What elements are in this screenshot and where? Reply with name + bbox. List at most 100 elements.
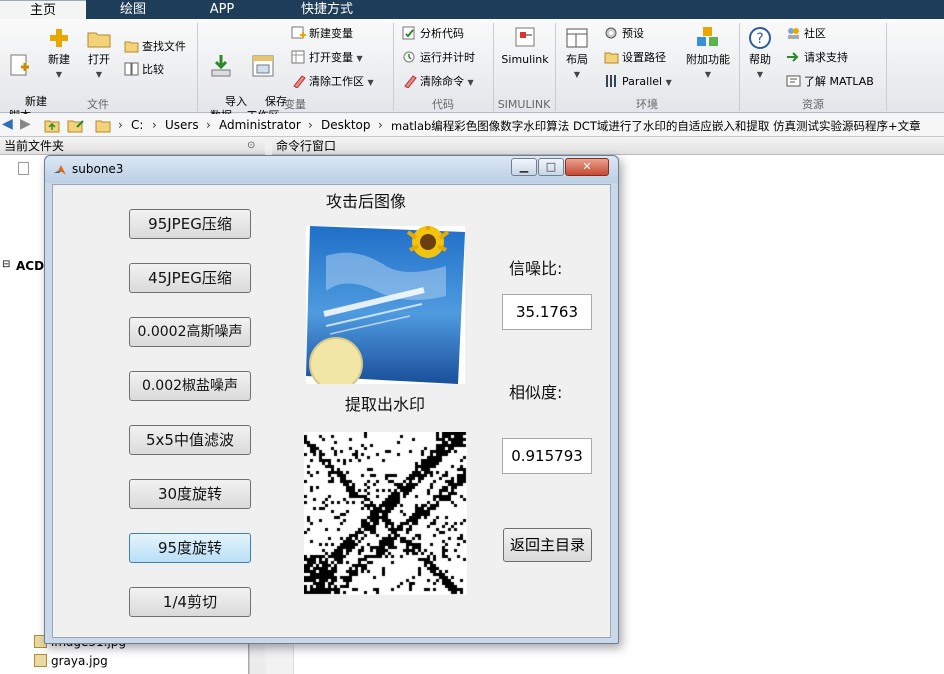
jpeg45-button[interactable]: 45JPEG压缩	[129, 263, 251, 293]
clear-workspace-icon	[293, 75, 306, 88]
analyze-code-button[interactable]: 分析代码	[402, 25, 464, 43]
learn-matlab-label: 了解 MATLAB	[804, 75, 874, 88]
browse-folder-icon[interactable]	[67, 118, 85, 133]
ribbon-tab-bar: 主页 绘图 APP 快捷方式	[0, 0, 944, 19]
close-button[interactable]: ✕	[565, 158, 609, 176]
save-workspace-icon	[252, 55, 274, 77]
ribbon-toolstrip: 新建 脚本 新建▼ 打开▼ 查找文件 比较 文件 导入 数据 保存 工作区 新建…	[0, 19, 944, 122]
figure-title-bar[interactable]: subone3 ▁ □ ✕	[45, 156, 618, 183]
folder-acd[interactable]: ACD	[16, 259, 44, 273]
forward-arrow-icon[interactable]: ▶	[20, 116, 31, 132]
breadcrumb-desktop[interactable]: Desktop	[321, 118, 371, 132]
simulink-button[interactable]: Simulink	[500, 25, 550, 67]
find-files-icon	[124, 41, 139, 53]
breadcrumb-project-folder[interactable]: matlab编程彩色图像数字水印算法 DCT域进行了水印的自适应嵌入和提取 仿真…	[391, 118, 921, 134]
panel-options-icon[interactable]: ⊙	[247, 137, 255, 155]
new-dropdown-icon: ▼	[55, 70, 63, 79]
open-variable-label: 打开变量	[309, 51, 353, 64]
request-support-label: 请求支持	[804, 51, 848, 64]
run-and-time-icon	[403, 51, 415, 63]
tab-home[interactable]: 主页	[0, 0, 86, 19]
path-separator-icon: ›	[152, 118, 157, 132]
clear-commands-icon	[404, 75, 417, 88]
new-variable-label: 新建变量	[309, 27, 353, 40]
matlab-logo-icon	[54, 165, 66, 175]
open-variable-button[interactable]: 打开变量 ▼	[291, 49, 363, 67]
clear-commands-button[interactable]: 清除命令 ▼	[402, 73, 474, 91]
jpeg95-button[interactable]: 95JPEG压缩	[129, 209, 251, 239]
layout-icon	[566, 28, 588, 48]
set-path-button[interactable]: 设置路径	[604, 49, 666, 67]
new-script-icon	[10, 54, 29, 76]
compare-button[interactable]: 比较	[124, 61, 164, 79]
file-group-label: 文件	[87, 98, 109, 111]
layout-button[interactable]: 布局 ▼	[562, 25, 592, 82]
file-item[interactable]: graya.jpg	[34, 654, 108, 668]
attacked-image-title: 攻击后图像	[326, 192, 407, 211]
resources-group-label: 资源	[802, 98, 824, 111]
learn-matlab-icon	[786, 75, 801, 87]
preferences-label: 预设	[622, 27, 644, 40]
variable-group-label: 变量	[284, 98, 306, 111]
gaussian-noise-button[interactable]: 0.0002高斯噪声	[129, 317, 251, 347]
tab-plots[interactable]: 绘图	[90, 0, 176, 19]
preferences-button[interactable]: 预设	[604, 25, 644, 43]
breadcrumb-c-drive[interactable]: C:	[131, 118, 143, 132]
similarity-label: 相似度:	[509, 383, 563, 402]
median-filter-button[interactable]: 5x5中值滤波	[129, 425, 251, 455]
current-folder-title: 当前文件夹	[4, 139, 65, 153]
salt-pepper-noise-button[interactable]: 0.002椒盐噪声	[129, 371, 251, 401]
similarity-value-field[interactable]: 0.915793	[502, 438, 592, 474]
root-folder-icon	[95, 120, 111, 133]
back-arrow-icon[interactable]: ◀	[2, 116, 13, 132]
maximize-button[interactable]: □	[538, 158, 564, 176]
crop-quarter-button[interactable]: 1/4剪切	[129, 587, 251, 617]
addons-button[interactable]: 附加功能 ▼	[684, 25, 732, 82]
help-button[interactable]: ? 帮助 ▼	[744, 25, 776, 82]
clear-workspace-button[interactable]: 清除工作区 ▼	[291, 73, 374, 91]
extracted-watermark-title: 提取出水印	[345, 395, 426, 414]
open-button[interactable]: 打开 ▼	[83, 25, 115, 82]
find-files-button[interactable]: 查找文件	[124, 38, 186, 56]
compare-icon	[124, 62, 139, 76]
snr-value-field[interactable]: 35.1763	[502, 294, 592, 330]
svg-text:?: ?	[756, 31, 763, 47]
run-and-time-button[interactable]: 运行并计时	[402, 49, 475, 67]
new-variable-button[interactable]: 新建变量	[291, 25, 353, 43]
rotate95-button[interactable]: 95度旋转	[129, 533, 251, 563]
parallel-button[interactable]: Parallel ▼	[604, 73, 672, 91]
help-label: 帮助	[749, 53, 771, 66]
maximize-icon: □	[545, 160, 557, 173]
addons-label: 附加功能	[686, 53, 730, 66]
rotate30-button[interactable]: 30度旋转	[129, 479, 251, 509]
community-icon	[788, 28, 799, 39]
return-main-menu-button[interactable]: 返回主目录	[503, 528, 592, 562]
up-folder-icon[interactable]	[44, 118, 60, 133]
figure-title: subone3	[72, 162, 124, 176]
breadcrumb-users[interactable]: Users	[165, 118, 199, 132]
layout-dropdown-icon: ▼	[573, 70, 581, 79]
clear-workspace-dropdown-icon: ▼	[367, 78, 374, 87]
community-button[interactable]: 社区	[786, 25, 826, 43]
figure-content: 95JPEG压缩 45JPEG压缩 0.0002高斯噪声 0.002椒盐噪声 5…	[52, 184, 611, 638]
new-button[interactable]: 新建 ▼	[44, 25, 74, 82]
help-dropdown-icon: ▼	[756, 70, 764, 79]
run-and-time-label: 运行并计时	[420, 51, 475, 64]
minimize-button[interactable]: ▁	[511, 158, 537, 176]
open-variable-icon	[291, 50, 305, 64]
figure-window: subone3 ▁ □ ✕ 95JPEG压缩 45JPEG压缩 0.0002高斯…	[44, 155, 619, 644]
learn-matlab-button[interactable]: 了解 MATLAB	[786, 73, 874, 91]
open-label: 打开	[88, 53, 110, 66]
tab-apps[interactable]: APP	[180, 0, 264, 19]
folder-icon	[87, 32, 111, 48]
address-bar: ◀ ▶ › C: › Users › Administrator › Deskt…	[0, 114, 944, 137]
breadcrumb-administrator[interactable]: Administrator	[219, 118, 301, 132]
parallel-icon	[606, 75, 616, 87]
request-support-button[interactable]: 请求支持	[786, 49, 848, 67]
tab-shortcuts[interactable]: 快捷方式	[268, 0, 386, 19]
collapse-tree-icon[interactable]: ⊟	[2, 259, 10, 270]
import-data-icon	[211, 55, 231, 77]
new-label: 新建	[48, 53, 70, 66]
path-separator-icon: ›	[378, 118, 383, 132]
set-path-label: 设置路径	[622, 51, 666, 64]
